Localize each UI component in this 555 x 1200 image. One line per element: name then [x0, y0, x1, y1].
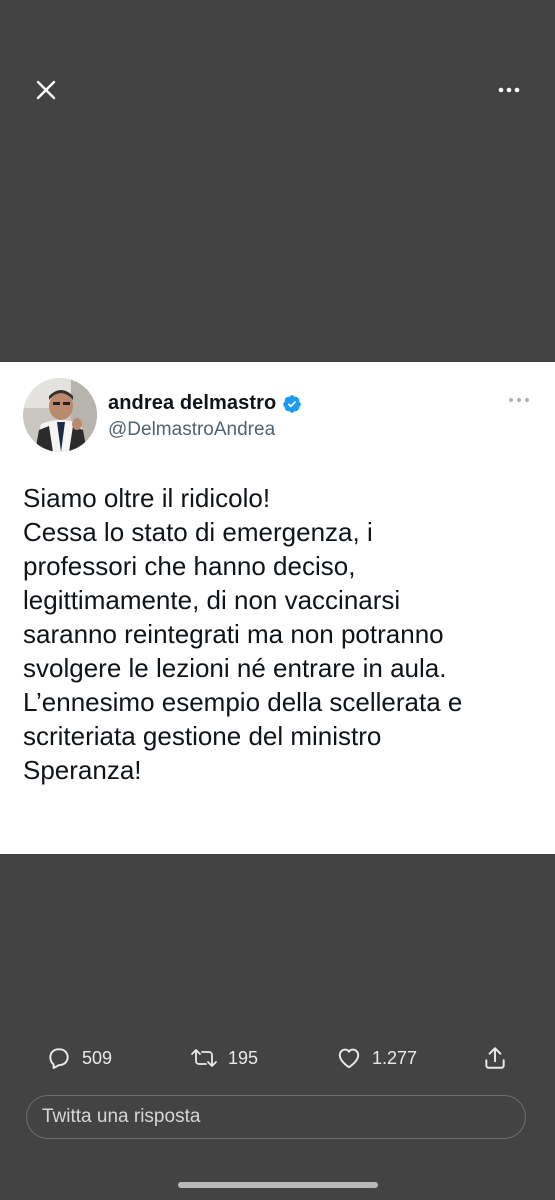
more-options-button[interactable] — [489, 70, 529, 110]
tweet-text-line: L’ennesimo esempio della scellerata e — [23, 687, 463, 717]
tweet-more-button[interactable] — [507, 392, 531, 408]
tweet-text-line: scriteriata gestione del ministro — [23, 721, 382, 751]
tweet-text-line: svolgere le lezioni né entrare in aula. — [23, 653, 447, 683]
tweet-text-line: professori che hanno deciso, — [23, 551, 356, 581]
more-horizontal-icon — [498, 87, 520, 93]
share-button[interactable] — [482, 1036, 508, 1080]
like-count: 1.277 — [372, 1047, 418, 1068]
more-horizontal-icon — [509, 398, 529, 402]
display-name[interactable]: andrea delmastro — [108, 392, 276, 415]
tweet-text-line: saranno reintegrati ma non potranno — [23, 619, 444, 649]
reply-button[interactable]: 509 — [46, 1036, 112, 1080]
tweet-text-line: Cessa lo stato di emergenza, i — [23, 517, 373, 547]
retweet-count: 195 — [228, 1047, 259, 1068]
tweet-text: Siamo oltre il ridicolo! Cessa lo stato … — [23, 481, 543, 787]
reply-icon — [49, 1048, 69, 1069]
close-button[interactable] — [26, 70, 66, 110]
tweet-text-line: legittimamente, di non vaccinarsi — [23, 585, 401, 615]
close-icon — [36, 80, 56, 100]
reply-box[interactable] — [26, 1095, 526, 1139]
retweet-button[interactable]: 195 — [190, 1036, 258, 1080]
top-bar — [0, 0, 555, 180]
display-name-row: andrea delmastro — [108, 392, 302, 415]
tweet-card: andrea delmastro @DelmastroAndrea Siamo … — [0, 362, 555, 854]
home-indicator[interactable] — [178, 1182, 378, 1188]
reply-count: 509 — [82, 1047, 113, 1068]
verified-badge-icon — [283, 394, 302, 413]
retweet-icon — [191, 1049, 217, 1067]
share-icon — [485, 1047, 505, 1069]
heart-icon — [338, 1048, 360, 1069]
user-handle[interactable]: @DelmastroAndrea — [108, 419, 275, 441]
tweet-text-line: Siamo oltre il ridicolo! — [23, 483, 271, 513]
like-button[interactable]: 1.277 — [336, 1036, 417, 1080]
avatar[interactable] — [23, 378, 97, 452]
tweet-text-line: Speranza! — [23, 755, 142, 785]
reply-input[interactable] — [42, 1106, 502, 1128]
tweet-actions: 509 195 1.277 — [0, 1036, 555, 1080]
